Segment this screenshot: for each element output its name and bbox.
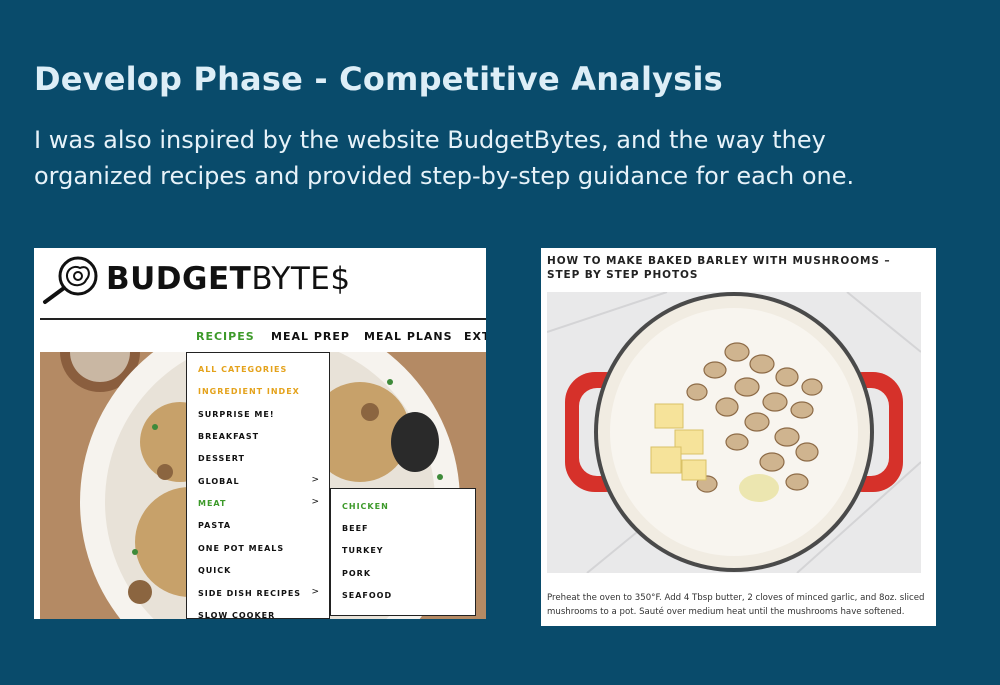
menu-item-pasta[interactable]: PASTA bbox=[198, 521, 231, 530]
menu-item-surprise-me[interactable]: SURPRISE ME! bbox=[198, 410, 275, 419]
recipes-dropdown-menu: ALL CATEGORIES INGREDIENT INDEX SURPRISE… bbox=[186, 352, 330, 619]
budgetbytes-header: BUDGETBYTE$ bbox=[34, 248, 486, 318]
nav-meal-prep[interactable]: MEAL PREP bbox=[271, 330, 350, 343]
submenu-item-seafood[interactable]: SEAFOOD bbox=[342, 591, 392, 600]
logo-text-bold: BUDGET bbox=[106, 261, 252, 297]
logo-text-light: BYTE$ bbox=[251, 261, 351, 297]
slide-body-text: I was also inspired by the website Budge… bbox=[34, 126, 855, 190]
menu-item-ingredient-index[interactable]: INGREDIENT INDEX bbox=[198, 387, 300, 396]
menu-item-one-pot-meals[interactable]: ONE POT MEALS bbox=[198, 544, 284, 553]
step-by-step-screenshot: HOW TO MAKE BAKED BARLEY WITH MUSHROOMS … bbox=[541, 248, 936, 626]
step-photos-heading: HOW TO MAKE BAKED BARLEY WITH MUSHROOMS … bbox=[547, 255, 891, 281]
submenu-item-beef[interactable]: BEEF bbox=[342, 524, 369, 533]
budgetbytes-logo[interactable]: BUDGETBYTE$ bbox=[106, 261, 351, 297]
menu-item-quick[interactable]: QUICK bbox=[198, 566, 231, 575]
submenu-item-chicken[interactable]: CHICKEN bbox=[342, 502, 389, 511]
meat-submenu: CHICKEN BEEF TURKEY PORK SEAFOOD bbox=[330, 488, 476, 616]
chevron-right-icon: > bbox=[311, 475, 319, 485]
menu-item-slow-cooker[interactable]: SLOW COOKER bbox=[198, 611, 275, 619]
nav-extra[interactable]: EXT bbox=[464, 330, 486, 343]
slide-title: Develop Phase - Competitive Analysis bbox=[34, 60, 723, 98]
step-caption: Preheat the oven to 350°F. Add 4 Tbsp bu… bbox=[547, 593, 925, 617]
menu-item-meat[interactable]: MEAT bbox=[198, 499, 226, 508]
nav-meal-plans[interactable]: MEAL PLANS bbox=[364, 330, 453, 343]
menu-item-global[interactable]: GLOBAL bbox=[198, 477, 240, 486]
budgetbytes-nav: RECIPES MEAL PREP MEAL PLANS EXT bbox=[34, 320, 486, 352]
menu-item-dessert[interactable]: DESSERT bbox=[198, 454, 245, 463]
menu-item-breakfast[interactable]: BREAKFAST bbox=[198, 432, 259, 441]
submenu-item-turkey[interactable]: TURKEY bbox=[342, 546, 384, 555]
submenu-item-pork[interactable]: PORK bbox=[342, 569, 371, 578]
menu-item-side-dish-recipes[interactable]: SIDE DISH RECIPES bbox=[198, 589, 301, 598]
budgetbytes-menu-screenshot: BUDGETBYTE$ RECIPES MEAL PREP MEAL PLANS… bbox=[34, 248, 486, 619]
chevron-right-icon: > bbox=[311, 587, 319, 597]
mushrooms-in-pot-photo bbox=[547, 292, 921, 573]
chevron-right-icon: > bbox=[311, 497, 319, 507]
skillet-egg-logo-icon bbox=[43, 256, 98, 304]
menu-item-all-categories[interactable]: ALL CATEGORIES bbox=[198, 365, 287, 374]
nav-recipes[interactable]: RECIPES bbox=[196, 330, 255, 343]
